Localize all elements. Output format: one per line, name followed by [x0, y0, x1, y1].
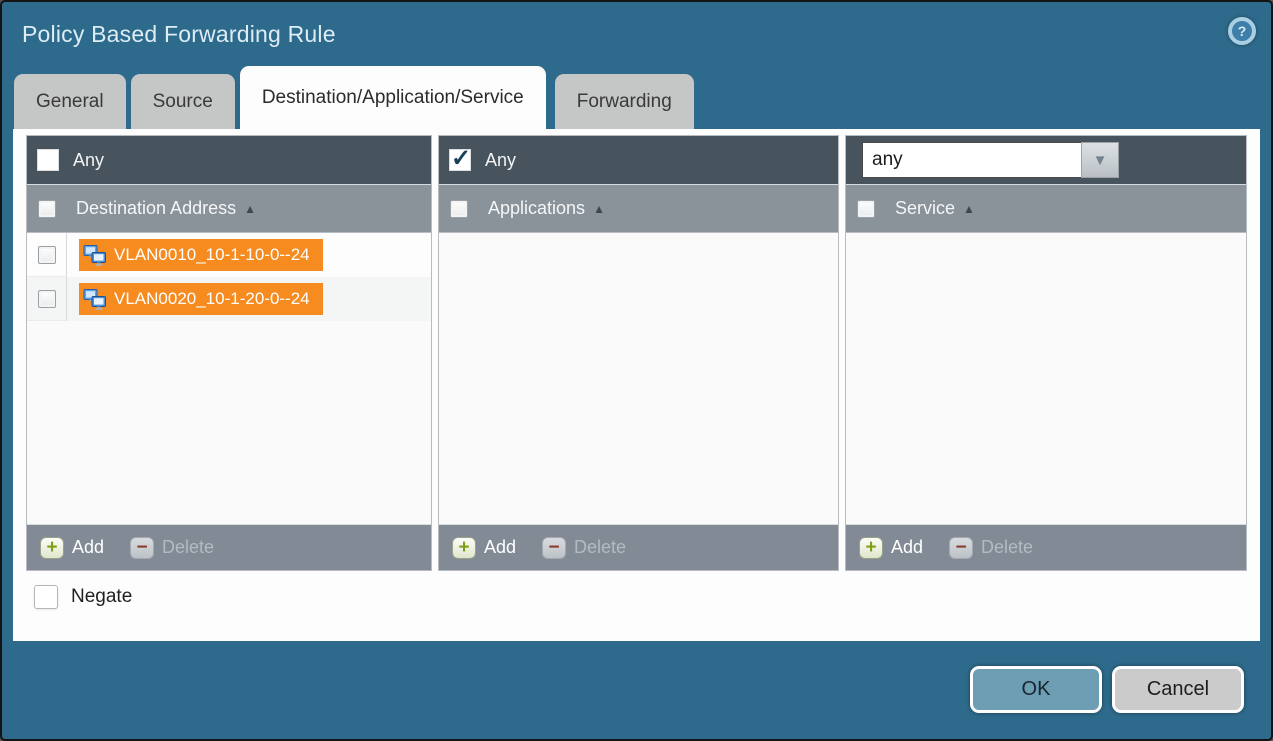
applications-any-bar: ✓ Any — [439, 136, 838, 185]
service-select-all-checkbox[interactable] — [857, 200, 875, 218]
address-object-icon — [83, 245, 107, 266]
table-row[interactable]: VLAN0010_10-1-10-0--24 — [27, 233, 431, 277]
tab-content: Any Destination Address ▲ — [13, 129, 1260, 641]
address-object-name: VLAN0020_10-1-20-0--24 — [114, 289, 310, 309]
add-icon: + — [40, 537, 64, 559]
address-object-name: VLAN0010_10-1-10-0--24 — [114, 245, 310, 265]
delete-icon: − — [130, 537, 154, 559]
dialog-footer: OK Cancel — [2, 640, 1271, 739]
applications-delete-button[interactable]: − Delete — [542, 537, 626, 559]
service-delete-button[interactable]: − Delete — [949, 537, 1033, 559]
address-object-chip[interactable]: VLAN0020_10-1-20-0--24 — [79, 283, 323, 315]
tab-bar: General Source Destination/Application/S… — [2, 66, 1271, 129]
service-dropdown[interactable]: any ▼ — [862, 142, 1119, 178]
dialog-titlebar: Policy Based Forwarding Rule ? — [2, 2, 1271, 66]
destination-toolbar: + Add − Delete — [27, 524, 431, 570]
delete-icon: − — [949, 537, 973, 559]
service-column-header: Service ▲ — [846, 185, 1246, 233]
applications-any-checkbox[interactable]: ✓ — [449, 149, 471, 171]
service-panel: any ▼ Service ▲ + Add − — [845, 135, 1247, 571]
destination-delete-button[interactable]: − Delete — [130, 537, 214, 559]
destination-select-all-checkbox[interactable] — [38, 200, 56, 218]
delete-icon: − — [542, 537, 566, 559]
row-checkbox[interactable] — [38, 290, 56, 308]
add-icon: + — [452, 537, 476, 559]
applications-toolbar: + Add − Delete — [439, 524, 838, 570]
service-toolbar: + Add − Delete — [846, 524, 1246, 570]
service-dropdown-button[interactable]: ▼ — [1081, 142, 1119, 178]
service-column-label: Service — [895, 198, 955, 219]
applications-panel: ✓ Any Applications ▲ + Add − Dele — [438, 135, 839, 571]
row-checkbox[interactable] — [38, 246, 56, 264]
service-add-button[interactable]: + Add — [859, 537, 923, 559]
applications-select-all-checkbox[interactable] — [450, 200, 468, 218]
address-object-icon — [83, 289, 107, 310]
service-dropdown-bar: any ▼ — [846, 136, 1246, 185]
negate-label: Negate — [71, 586, 132, 608]
panels-container: Any Destination Address ▲ — [13, 129, 1260, 571]
destination-address-panel: Any Destination Address ▲ — [26, 135, 432, 571]
service-list — [846, 233, 1246, 524]
service-dropdown-value[interactable]: any — [862, 142, 1081, 178]
applications-list — [439, 233, 838, 524]
destination-list: VLAN0010_10-1-10-0--24 — [27, 233, 431, 524]
tab-general[interactable]: General — [14, 74, 126, 129]
destination-add-button[interactable]: + Add — [40, 537, 104, 559]
cancel-button[interactable]: Cancel — [1112, 666, 1244, 713]
destination-any-label: Any — [73, 150, 104, 171]
applications-any-label: Any — [485, 150, 516, 171]
policy-based-forwarding-dialog: Policy Based Forwarding Rule ? General S… — [0, 0, 1273, 741]
applications-column-header: Applications ▲ — [439, 185, 838, 233]
destination-column-header: Destination Address ▲ — [27, 185, 431, 233]
address-object-chip[interactable]: VLAN0010_10-1-10-0--24 — [79, 239, 323, 271]
help-icon[interactable]: ? — [1228, 17, 1256, 45]
chevron-down-icon: ▼ — [1093, 152, 1108, 169]
destination-column-label: Destination Address — [76, 198, 236, 219]
applications-add-button[interactable]: + Add — [452, 537, 516, 559]
row-checkbox-cell — [27, 233, 67, 277]
negate-row: Negate — [34, 585, 1260, 609]
ok-button[interactable]: OK — [970, 666, 1102, 713]
sort-ascending-icon[interactable]: ▲ — [593, 202, 605, 216]
add-icon: + — [859, 537, 883, 559]
row-checkbox-cell — [27, 277, 67, 321]
sort-ascending-icon[interactable]: ▲ — [963, 202, 975, 216]
checkmark-icon: ✓ — [451, 144, 471, 173]
negate-checkbox[interactable] — [34, 585, 58, 609]
tab-forwarding[interactable]: Forwarding — [555, 74, 694, 129]
sort-ascending-icon[interactable]: ▲ — [244, 202, 256, 216]
destination-any-bar: Any — [27, 136, 431, 185]
dialog-title: Policy Based Forwarding Rule — [22, 21, 336, 48]
destination-any-checkbox[interactable] — [37, 149, 59, 171]
table-row[interactable]: VLAN0020_10-1-20-0--24 — [27, 277, 431, 321]
tab-source[interactable]: Source — [131, 74, 235, 129]
applications-column-label: Applications — [488, 198, 585, 219]
tab-destination-application-service[interactable]: Destination/Application/Service — [240, 66, 546, 129]
